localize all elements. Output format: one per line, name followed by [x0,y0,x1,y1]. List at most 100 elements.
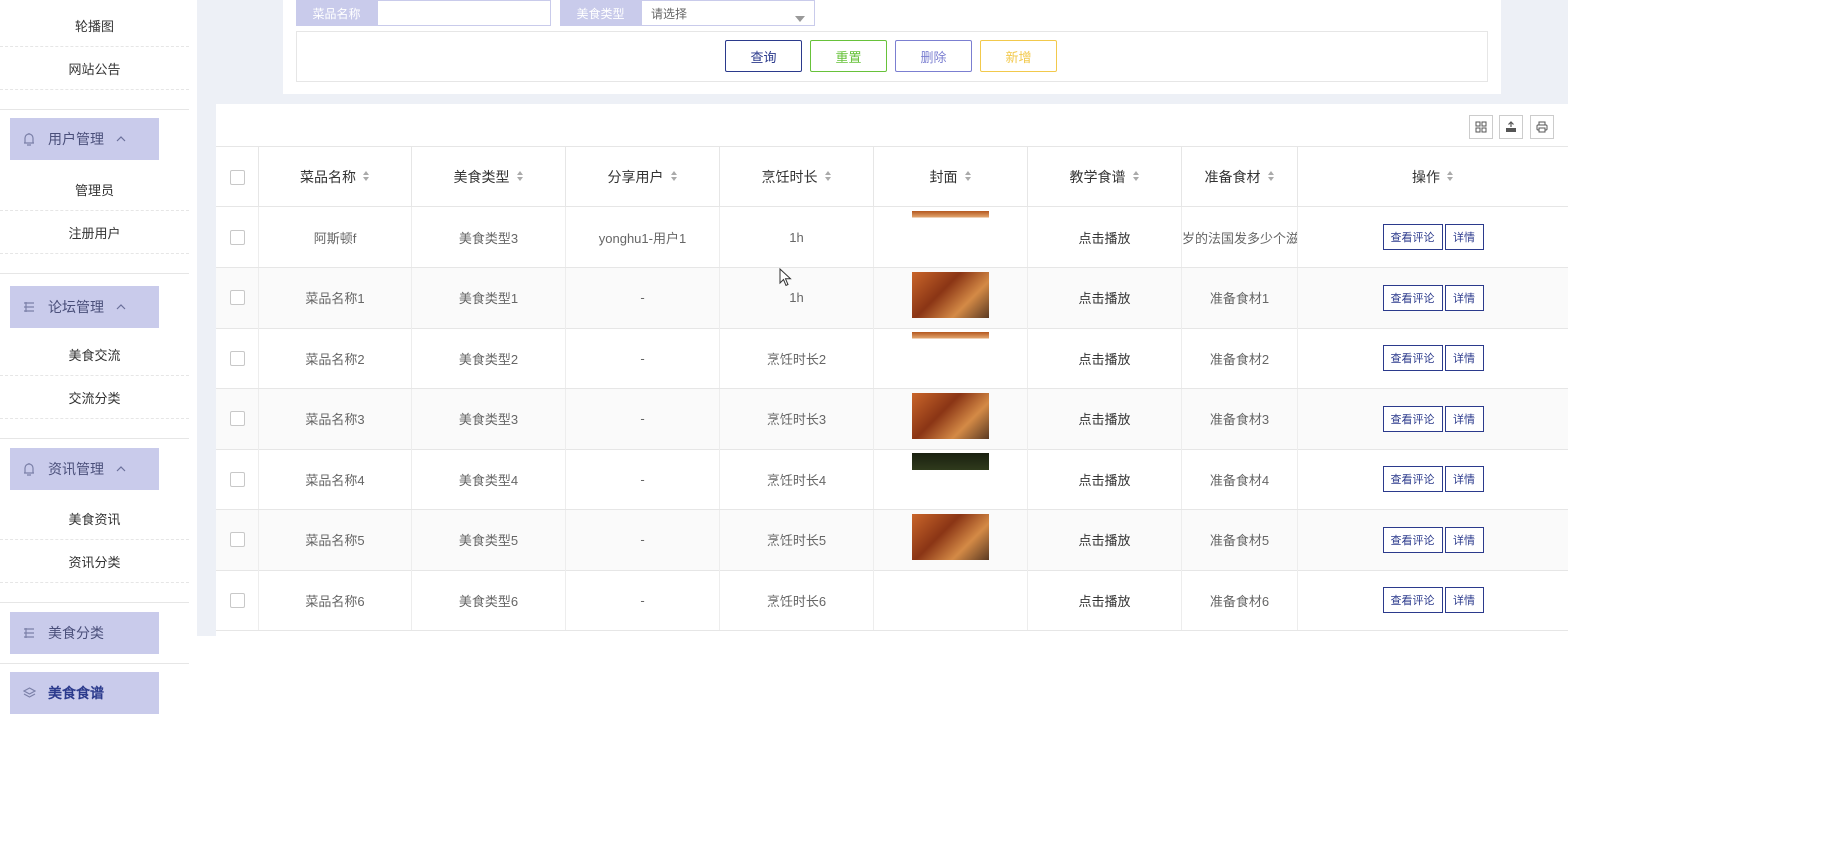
cell-recipe[interactable]: 点击播放 [1028,267,1182,328]
column-header-name[interactable]: 菜品名称 [259,147,412,207]
caret-down-icon [795,11,805,25]
sort-icon[interactable] [1447,171,1454,183]
sidebar-item-food-exchange[interactable]: 美食交流 [0,333,189,376]
food-type-placeholder: 请选择 [651,6,688,21]
table-row: 菜品名称5 美食类型5- 烹饪时长5 点击播放 准备食材5 查看评论 详情 [216,509,1568,571]
cell-ingredients: 准备食材2 [1182,328,1298,388]
cell-actions: 查看评论 详情 [1298,510,1568,570]
cell-recipe[interactable]: 点击播放 [1028,449,1182,509]
row-select-cell [216,388,259,449]
layers-icon [22,686,36,700]
sidebar-item-carousel[interactable]: 轮播图 [0,4,189,47]
app-root: 轮播图 网站公告 用户管理 管理员 注册用户 论坛管理 美食交流 交流分类 资讯… [0,0,1568,721]
sidebar-item-announcement[interactable]: 网站公告 [0,47,189,90]
cell-user: - [566,267,720,328]
export-icon[interactable] [1499,115,1523,139]
detail-button[interactable]: 详情 [1444,526,1484,553]
cell-recipe[interactable]: 点击播放 [1028,570,1182,630]
detail-button[interactable]: 详情 [1444,284,1484,311]
view-comments-button[interactable]: 查看评论 [1382,587,1443,613]
print-icon[interactable] [1530,115,1554,139]
row-checkbox[interactable] [229,471,245,487]
cell-duration: 1h [720,207,874,267]
divider [0,663,189,664]
sidebar-item-exchange-category[interactable]: 交流分类 [0,376,189,419]
sidebar-item-food-news[interactable]: 美食资讯 [0,497,189,540]
cell-duration: 烹饪时长3 [720,388,874,449]
sidebar-item-registered-users[interactable]: 注册用户 [0,211,189,254]
row-checkbox[interactable] [229,350,245,366]
sidebar-item-admin[interactable]: 管理员 [0,168,189,211]
cell-actions: 查看评论 详情 [1298,389,1568,449]
column-header-recipe[interactable]: 教学食谱 [1028,147,1182,207]
cover-image [912,513,989,560]
table-row: 阿斯顿f 美食类型3 yonghu1-用户1 1h 点击播放 岁的法国发多少个滋 查看评论详… [216,207,1568,268]
row-select-cell [216,267,259,328]
sidebar-group-food-recipes[interactable]: 美食食谱 [10,672,159,714]
cell-recipe[interactable]: 点击播放 [1028,509,1182,570]
sort-icon[interactable] [824,171,832,183]
cell-ingredients: 岁的法国发多少个滋 [1182,207,1298,267]
food-type-select[interactable]: 请选择 [641,0,815,26]
cell-cover [874,509,1028,570]
query-button[interactable]: 查询 [725,40,802,72]
cell-type: 美食类型6 [412,570,566,630]
sidebar-group-food-category[interactable]: 美食分类 [10,612,159,654]
detail-button[interactable]: 详情 [1444,466,1484,492]
row-checkbox[interactable] [229,290,245,305]
cell-name: 菜品名称3 [259,388,412,449]
cell-recipe[interactable]: 点击播放 [1028,328,1182,388]
row-checkbox[interactable] [229,532,245,547]
column-header-duration[interactable]: 烹饪时长 [720,147,874,207]
sidebar-group-news-management[interactable]: 资讯管理 [10,448,159,490]
cell-recipe[interactable]: 点击播放 [1028,388,1182,449]
column-header-type[interactable]: 美食类型 [412,147,566,207]
select-all-checkbox[interactable] [229,169,245,185]
add-button[interactable]: 新增 [980,40,1057,72]
column-header-user[interactable]: 分享用户 [566,147,720,207]
sort-icon[interactable] [1267,171,1275,183]
sort-icon[interactable] [516,171,524,183]
detail-button[interactable]: 详情 [1444,345,1484,371]
cell-cover [874,388,1028,449]
sort-icon[interactable] [1132,171,1140,183]
view-comments-button[interactable]: 查看评论 [1382,526,1443,553]
sort-icon[interactable] [363,171,370,183]
detail-button[interactable]: 详情 [1444,405,1484,432]
cell-duration: 烹饪时长5 [720,509,874,570]
sort-icon[interactable] [670,171,678,183]
row-checkbox[interactable] [229,229,245,245]
detail-button[interactable]: 详情 [1444,587,1484,613]
sidebar-group-user-management[interactable]: 用户管理 [10,118,159,160]
cell-duration: 烹饪时长6 [720,570,874,630]
dish-name-input[interactable] [377,0,551,26]
grid-icon[interactable] [1469,115,1493,139]
cell-cover [874,207,1028,267]
sidebar-item-news-category[interactable]: 资讯分类 [0,540,189,583]
column-header-cover[interactable]: 封面 [874,147,1028,207]
column-header-ingredients[interactable]: 准备食材 [1182,147,1298,207]
sidebar: 轮播图 网站公告 用户管理 管理员 注册用户 论坛管理 美食交流 交流分类 资讯… [0,0,189,721]
view-comments-button[interactable]: 查看评论 [1382,224,1443,250]
column-header-actions[interactable]: 操作 [1298,147,1568,207]
sidebar-group-forum-management[interactable]: 论坛管理 [10,286,159,328]
view-comments-button[interactable]: 查看评论 [1382,345,1443,371]
cell-actions: 查看评论 详情 [1298,268,1568,328]
cell-type: 美食类型5 [412,509,566,570]
divider [0,109,189,110]
mouse-cursor-icon [779,267,793,288]
sort-icon[interactable] [964,171,972,183]
delete-button[interactable]: 删除 [895,40,972,72]
view-comments-button[interactable]: 查看评论 [1382,466,1443,492]
detail-button[interactable]: 详情 [1444,224,1484,250]
cell-actions: 查看评论 详情 [1298,207,1568,267]
row-checkbox[interactable] [229,411,245,426]
divider [0,438,189,439]
cell-type: 美食类型1 [412,267,566,328]
view-comments-button[interactable]: 查看评论 [1382,284,1443,311]
row-checkbox[interactable] [229,592,245,608]
cell-recipe[interactable]: 点击播放 [1028,207,1182,267]
cell-ingredients: 准备食材5 [1182,509,1298,570]
view-comments-button[interactable]: 查看评论 [1382,405,1443,432]
reset-button[interactable]: 重置 [810,40,887,72]
